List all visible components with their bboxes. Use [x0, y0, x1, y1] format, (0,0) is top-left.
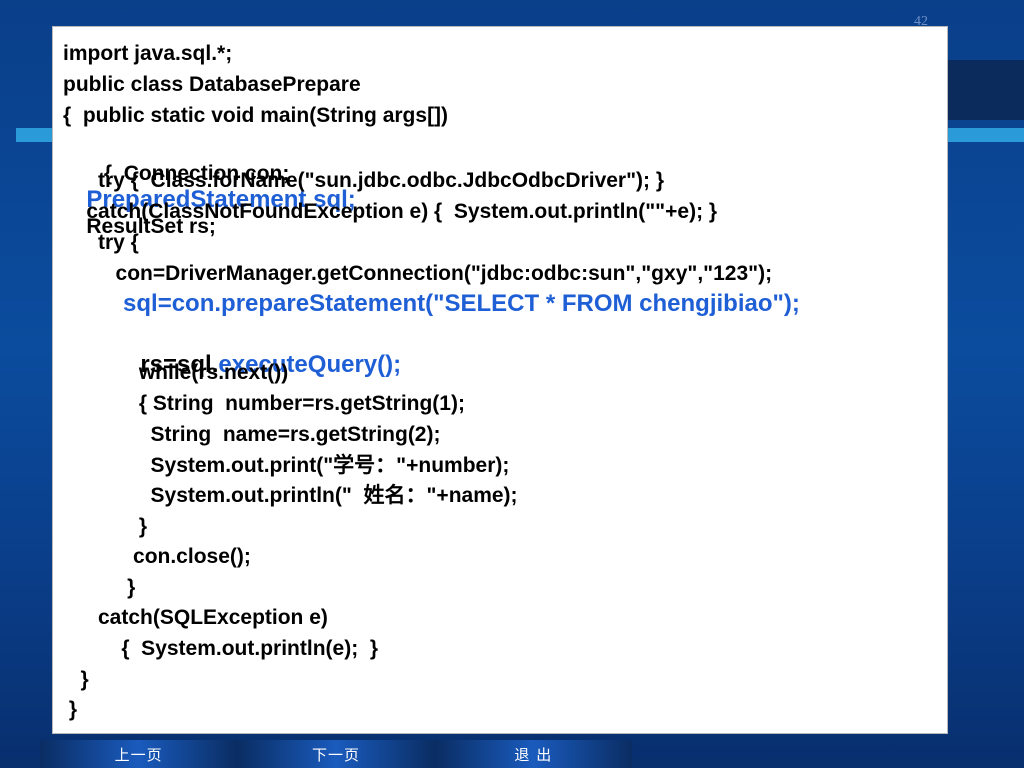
code-line: { public static void main(String args[]) — [63, 104, 449, 127]
next-page-label: 下一页 — [311, 745, 360, 764]
code-line: con.close(); — [63, 545, 251, 568]
code-line: try { — [63, 231, 139, 254]
prev-page-button[interactable]: 上一页 — [40, 740, 238, 768]
exit-label: 退 出 — [514, 745, 553, 764]
code-line: System.out.println(" 姓名："+name); — [63, 484, 518, 507]
code-line: con=DriverManager.getConnection("jdbc:od… — [63, 262, 773, 285]
code-line: while(rs.next()) — [63, 361, 289, 384]
next-page-button[interactable]: 下一页 — [237, 740, 435, 768]
code-line: } — [63, 576, 136, 599]
exit-button[interactable]: 退 出 — [434, 740, 632, 768]
code-card: import java.sql.*; public class Database… — [52, 26, 948, 734]
code-line: { System.out.println(e); } — [63, 637, 379, 660]
code-line: } — [63, 668, 89, 691]
code-line: try { Class.forName("sun.jdbc.odbc.JdbcO… — [63, 169, 665, 192]
code-line-highlight: sql=con.prepareStatement("SELECT * FROM … — [63, 290, 800, 317]
prev-page-label: 上一页 — [114, 745, 163, 764]
code-line: } — [63, 698, 78, 721]
code-line: public class DatabasePrepare — [63, 73, 361, 96]
code-line: { String number=rs.getString(1); — [63, 392, 465, 415]
code-line: import java.sql.*; — [63, 42, 233, 65]
slide-navigation: 上一页 下一页 退 出 — [40, 740, 632, 768]
decorative-bar — [16, 128, 56, 142]
decorative-bar — [948, 128, 1024, 142]
code-line: catch(ClassNotFoundException e) { System… — [63, 200, 718, 223]
code-line: } — [63, 515, 148, 538]
code-line: catch(SQLException e) — [63, 606, 328, 629]
code-line: String name=rs.getString(2); — [63, 423, 441, 446]
code-line: System.out.print("学号："+number); — [63, 454, 510, 477]
